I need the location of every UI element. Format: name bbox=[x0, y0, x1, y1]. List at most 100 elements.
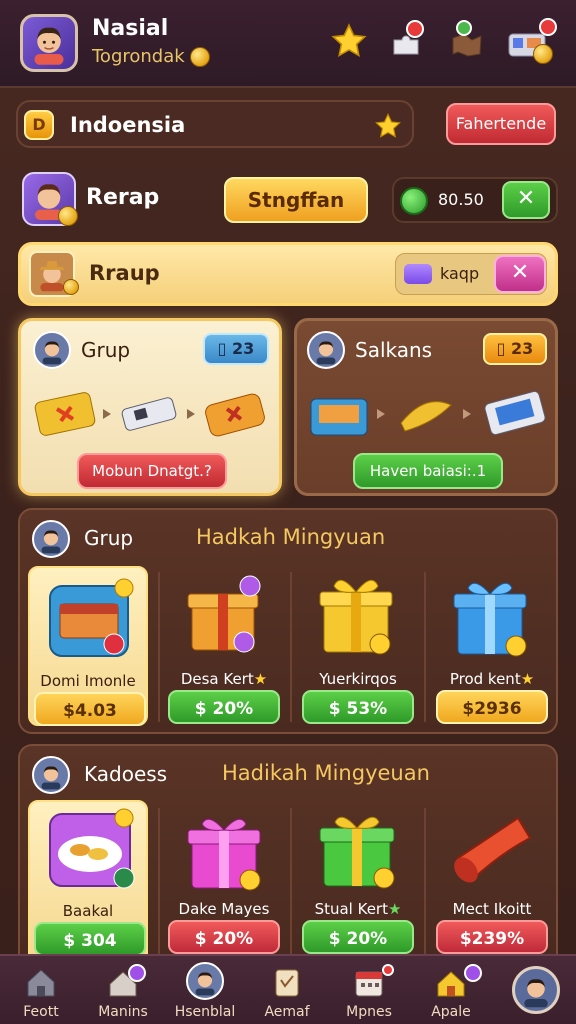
gift-item[interactable]: Mect Ikoitt $239% bbox=[432, 800, 552, 960]
notification-badge bbox=[539, 18, 557, 36]
currency-display: 80.50 ✕ bbox=[392, 177, 558, 223]
price-button[interactable]: $2936 bbox=[436, 690, 548, 724]
card-badge: ▯ 23 bbox=[203, 333, 269, 365]
profile-icon bbox=[186, 962, 224, 1000]
price-button[interactable]: $ 20% bbox=[168, 690, 280, 724]
nav-label: Feott bbox=[23, 1004, 59, 1020]
nav-item-aemaf[interactable]: Aemaf bbox=[246, 956, 328, 1024]
pink-gift-icon bbox=[187, 818, 261, 891]
row2-label: Rraup bbox=[89, 261, 160, 285]
reward-banner: Rraup kaqp ✕ bbox=[18, 242, 558, 306]
gift-item-name: Baakal bbox=[62, 902, 114, 920]
region-title: Indoensia bbox=[70, 113, 186, 137]
ticket-display: kaqp ✕ bbox=[395, 253, 547, 295]
green-dot-icon bbox=[456, 20, 472, 36]
price-button[interactable]: $4.03 bbox=[34, 692, 146, 726]
price-button[interactable]: $239% bbox=[436, 920, 548, 954]
card-avatar bbox=[307, 331, 345, 369]
gift-item-name: Domi Imonle bbox=[40, 672, 136, 690]
calendar-icon bbox=[355, 971, 383, 997]
gift-item-name-text: Stual Kert bbox=[314, 900, 388, 918]
puzzle-icon[interactable] bbox=[390, 20, 424, 58]
map-icon[interactable] bbox=[450, 20, 484, 58]
row1-action-button[interactable]: Stngffan bbox=[224, 177, 368, 223]
gift-item-name: Desa Kert★ bbox=[180, 670, 268, 688]
green-gem-icon bbox=[400, 187, 428, 215]
card-right-button[interactable]: Haven baiasi:.1 bbox=[353, 453, 503, 489]
recipe-card-left[interactable]: Grup ▯ 23 Mobun Dnatgt.? bbox=[18, 318, 282, 496]
crafting-chain-icon bbox=[310, 390, 546, 436]
notification-badge bbox=[406, 20, 424, 38]
gift-item-name: Dake Mayes bbox=[178, 900, 270, 918]
region-action-button[interactable]: Fahertende bbox=[446, 103, 556, 145]
player-subtitle-text: Togrondak bbox=[92, 46, 185, 67]
nav-item-hsenblal[interactable]: Hsenblal bbox=[164, 956, 246, 1024]
nav-item-manins[interactable]: Manins bbox=[82, 956, 164, 1024]
avatar-icon bbox=[512, 966, 560, 1014]
home-icon bbox=[27, 969, 55, 997]
player-name: Nasial bbox=[92, 16, 169, 41]
section-title: Grup bbox=[84, 526, 134, 550]
nav-item-feott[interactable]: Feott bbox=[0, 956, 82, 1024]
section-title: Kadoess bbox=[84, 762, 168, 786]
row1-label: Rerap bbox=[86, 185, 160, 210]
section-avatar bbox=[32, 756, 70, 794]
card-title: Salkans bbox=[355, 338, 433, 362]
red-scroll-icon bbox=[454, 816, 532, 883]
green-gift-icon bbox=[319, 816, 395, 889]
bottom-nav: Feott Manins Hsenblal Aemaf Mpnes Apale bbox=[0, 954, 576, 1024]
divider bbox=[290, 572, 292, 722]
nav-label: Mpnes bbox=[346, 1004, 392, 1020]
gift-item-name: Mect Ikoitt bbox=[452, 900, 532, 918]
confirm-icon[interactable]: ✕ bbox=[502, 181, 550, 219]
card-title: Grup bbox=[81, 338, 131, 362]
section-avatar bbox=[32, 520, 70, 558]
price-button[interactable]: $ 20% bbox=[302, 920, 414, 954]
nav-item-apale[interactable]: Apale bbox=[410, 956, 492, 1024]
gift-item[interactable]: Dake Mayes $ 20% bbox=[164, 800, 284, 960]
gift-item[interactable]: Prod kent★ $2936 bbox=[432, 566, 552, 726]
close-icon[interactable]: ✕ bbox=[494, 255, 546, 293]
nav-item-mpnes[interactable]: Mpnes bbox=[328, 956, 410, 1024]
treasure-chest-icon bbox=[49, 578, 134, 657]
gift-item[interactable]: Desa Kert★ $ 20% bbox=[164, 566, 284, 726]
gift-bundle-icon[interactable] bbox=[505, 18, 557, 64]
top-header: Nasial Togrondak bbox=[0, 0, 576, 88]
gift-item-name: Stual Kert★ bbox=[314, 900, 402, 918]
divider bbox=[158, 572, 160, 722]
nav-label: Aemaf bbox=[264, 1004, 310, 1020]
card-badge-value: 23 bbox=[232, 339, 255, 358]
weekly-gifts-section-2: Kadoess Hadikah Mingyeuan Baakal $ 304 D… bbox=[18, 744, 558, 960]
coin-icon bbox=[190, 47, 211, 67]
nav-label: Apale bbox=[431, 1004, 471, 1020]
gift-item[interactable]: Yuerkirqos $ 53% bbox=[298, 566, 418, 726]
nav-item-avatar[interactable] bbox=[494, 956, 576, 1024]
gift-item[interactable]: Stual Kert★ $ 20% bbox=[298, 800, 418, 960]
coin-icon bbox=[58, 206, 78, 226]
gift-item[interactable]: Baakal $ 304 bbox=[28, 800, 148, 960]
star-icon bbox=[375, 112, 401, 138]
price-button[interactable]: $ 20% bbox=[168, 920, 280, 954]
avatar-face-icon bbox=[41, 766, 61, 790]
price-button[interactable]: $ 53% bbox=[302, 690, 414, 724]
card-left-button[interactable]: Mobun Dnatgt.? bbox=[77, 453, 227, 489]
coin-icon bbox=[533, 44, 553, 64]
recipe-card-right[interactable]: Salkans ▯ 23 Haven baiasi:.1 bbox=[294, 318, 558, 496]
divider bbox=[290, 808, 292, 954]
player-avatar[interactable] bbox=[20, 14, 78, 72]
golden-gift-icon bbox=[319, 579, 393, 655]
notification-badge bbox=[128, 964, 146, 982]
star-icon[interactable] bbox=[330, 22, 368, 60]
coin-icon bbox=[63, 279, 79, 295]
nav-label: Manins bbox=[98, 1004, 148, 1020]
crafting-chain-icon bbox=[34, 392, 265, 437]
section-heading: Hadikah Mingyeuan bbox=[222, 761, 430, 785]
divider bbox=[424, 808, 426, 954]
ticket-icon bbox=[404, 264, 432, 284]
avatar-face-icon bbox=[195, 972, 215, 996]
price-button[interactable]: $ 304 bbox=[34, 922, 146, 956]
gift-item-name-text: Prod kent bbox=[449, 670, 521, 688]
avatar-face-icon bbox=[41, 530, 61, 554]
gift-item[interactable]: Domi Imonle $4.03 bbox=[28, 566, 148, 726]
notification-badge bbox=[464, 964, 482, 982]
